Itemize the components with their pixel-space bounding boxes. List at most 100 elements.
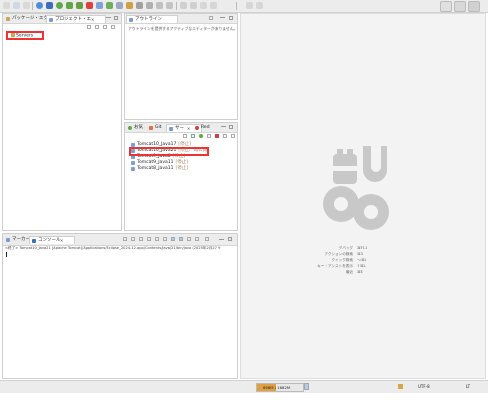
- display-console-icon[interactable]: [195, 237, 199, 241]
- external-tools-icon[interactable]: [76, 2, 83, 9]
- nav-icon[interactable]: [246, 2, 253, 9]
- next-annotation-icon[interactable]: [166, 2, 173, 9]
- main-toolbar: [0, 0, 488, 13]
- package-explorer-icon: [6, 16, 10, 21]
- stop-server-icon[interactable]: [215, 134, 219, 138]
- history-icon[interactable]: [210, 2, 217, 9]
- console-output: <終了> Tomcat10_Java21 [Apache Tomcat]/App…: [5, 246, 221, 250]
- forward-icon[interactable]: [190, 2, 197, 9]
- logo-circle-hole: [334, 197, 348, 211]
- eclipse-logo-icon: [321, 146, 407, 242]
- key-assist-label: 最近: [345, 270, 353, 274]
- tab-red-deer[interactable]: Red: [193, 124, 221, 131]
- run-icon[interactable]: [56, 2, 63, 9]
- scroll-lock-icon[interactable]: [155, 237, 159, 241]
- tree-item-servers[interactable]: Servers: [11, 33, 33, 39]
- folder-icon: [11, 33, 15, 37]
- remove-all-icon[interactable]: [139, 237, 143, 241]
- pin-editor-icon[interactable]: [200, 2, 207, 9]
- word-wrap-icon[interactable]: [163, 237, 167, 241]
- view-menu-icon[interactable]: [111, 25, 115, 29]
- status-bar: 696M / 1682M UTF-8 LT: [0, 380, 488, 393]
- writable-icon: [398, 384, 403, 389]
- outline-view-menu-icon[interactable]: [209, 16, 213, 20]
- start-server-icon[interactable]: [199, 134, 203, 138]
- tab-outline[interactable]: アウトライン: [126, 15, 178, 23]
- remove-launch-icon[interactable]: [131, 237, 135, 241]
- java-perspective-icon[interactable]: [454, 1, 466, 12]
- annotation-icon[interactable]: [156, 2, 163, 9]
- servers-tab-icon: [169, 126, 173, 131]
- open-perspective-icon[interactable]: [468, 1, 480, 12]
- collapse-icon[interactable]: [183, 134, 187, 138]
- red-icon: [195, 125, 199, 130]
- tab-console[interactable]: コンソール ✕: [29, 236, 75, 244]
- publish-icon[interactable]: [223, 134, 227, 138]
- pin-console-icon[interactable]: [187, 237, 191, 241]
- nav-forward-icon[interactable]: [256, 2, 263, 9]
- minimize-icon[interactable]: [220, 17, 225, 18]
- new-server-icon[interactable]: [96, 2, 103, 9]
- maximize-icon[interactable]: [228, 237, 232, 241]
- minimize-icon[interactable]: [219, 239, 224, 240]
- toolbar-separator: [32, 2, 33, 10]
- outline-empty-message: アウトラインを提供するアクティブなエディターがありません。: [128, 26, 238, 31]
- search-icon[interactable]: [146, 2, 153, 9]
- heap-status[interactable]: 696M / 1682M: [256, 383, 304, 392]
- debug-icon[interactable]: [46, 2, 53, 9]
- outline-icon: [129, 17, 133, 22]
- profile-server-icon[interactable]: [207, 134, 211, 138]
- link-with-editor-icon[interactable]: [95, 25, 99, 29]
- new-java-project-icon[interactable]: [106, 2, 113, 9]
- git-icon: [149, 125, 153, 130]
- encoding-label[interactable]: UTF-8: [418, 384, 430, 389]
- view-menu-icon[interactable]: [231, 134, 235, 138]
- minimize-icon[interactable]: [106, 17, 111, 18]
- tab-package-explorer[interactable]: パッケージ・エク: [4, 15, 52, 22]
- key-assist-value: ⌘F11: [357, 246, 368, 250]
- markers-icon: [6, 237, 10, 242]
- stop-icon[interactable]: [86, 2, 93, 9]
- debug-server-icon[interactable]: [191, 134, 195, 138]
- server-icon: [131, 167, 135, 171]
- filter-icon[interactable]: [103, 25, 107, 29]
- key-assist-label: デバッグ: [338, 246, 353, 250]
- tab-close-icon[interactable]: ✕: [91, 16, 94, 23]
- show-console-icon[interactable]: [171, 237, 175, 241]
- new-icon[interactable]: [3, 2, 10, 9]
- key-assist-value: ⌘3: [357, 252, 363, 256]
- tab-close-icon[interactable]: ✕: [187, 125, 190, 132]
- open-type-icon[interactable]: [136, 2, 143, 9]
- minimize-icon[interactable]: [221, 126, 226, 127]
- new-class-icon[interactable]: [126, 2, 133, 9]
- terminate-icon[interactable]: [123, 237, 127, 241]
- info-icon[interactable]: [36, 2, 43, 9]
- logo-block: [337, 149, 343, 155]
- servers-view-toolbar: [125, 132, 237, 141]
- favorites-icon: [128, 125, 132, 130]
- line-ending-label[interactable]: LT: [466, 384, 470, 389]
- coverage-icon[interactable]: [66, 2, 73, 9]
- tab-project-explorer[interactable]: プロジェクト・エ ✕: [46, 15, 106, 23]
- open-console-icon[interactable]: [205, 237, 209, 241]
- clear-console-icon[interactable]: [147, 237, 151, 241]
- back-icon[interactable]: [180, 2, 187, 9]
- garbage-collect-icon[interactable]: [304, 383, 309, 390]
- tomcat10-java21-highlight: [129, 147, 209, 156]
- eclipse-window: パッケージ・エク プロジェクト・エ ✕ Servers アウトライン アウトライ…: [0, 0, 488, 400]
- toolbar-separator: [236, 2, 237, 10]
- show-console-error-icon[interactable]: [179, 237, 183, 241]
- maximize-icon[interactable]: [229, 16, 233, 20]
- console-panel: マーカー コンソール ✕ <終了> Tomcat10_Java21 [Apach…: [2, 233, 238, 379]
- print-icon[interactable]: [23, 2, 30, 9]
- tab-close-icon[interactable]: ✕: [60, 237, 63, 244]
- maximize-icon[interactable]: [114, 16, 118, 20]
- editor-area: デバッグ ⌘F11 アクションの検索 ⌘3 クイック検索 ⌥⌘I キー・アシスト…: [240, 13, 486, 379]
- save-icon[interactable]: [13, 2, 20, 9]
- maximize-icon[interactable]: [229, 125, 233, 129]
- new-package-icon[interactable]: [116, 2, 123, 9]
- key-assist-label: クイック検索: [331, 258, 353, 262]
- java-ee-perspective-icon[interactable]: [440, 1, 452, 12]
- console-tabbar: マーカー コンソール ✕: [3, 234, 237, 246]
- collapse-all-icon[interactable]: [87, 25, 91, 29]
